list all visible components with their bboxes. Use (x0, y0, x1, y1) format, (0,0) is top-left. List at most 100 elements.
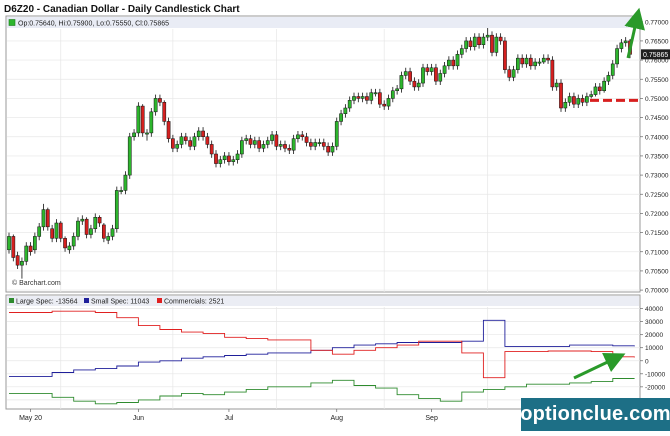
candle-up (494, 36, 499, 53)
candle-up (127, 136, 132, 176)
candle-up (537, 61, 542, 64)
candle-up (352, 96, 356, 101)
x-tick-label: Aug (331, 415, 344, 422)
candle-down (214, 153, 218, 164)
candle-down (188, 140, 192, 147)
candle-down (28, 245, 33, 252)
candle-up (132, 132, 136, 138)
candle-up (516, 57, 520, 70)
candle-up (54, 222, 59, 239)
cot-tick-label: 0 (645, 358, 649, 365)
x-tick-label: May 20 (19, 415, 42, 422)
candle-up (589, 94, 594, 97)
candle-up (403, 71, 408, 76)
candle-up (334, 121, 339, 147)
candle-up (89, 228, 93, 235)
candle-down (580, 98, 585, 103)
candle-down (58, 222, 63, 239)
candle-up (563, 102, 568, 109)
legend-label-large-spec: Large Spec: -13564 (16, 299, 78, 306)
candle-down (572, 96, 576, 105)
candle-up (179, 136, 184, 145)
candle-up (615, 48, 619, 65)
candle-down (158, 98, 162, 103)
cot-tick-label: 30000 (645, 319, 663, 326)
candle-up (459, 48, 464, 55)
chart-title: D6Z20 - Canadian Dollar - Daily Candlest… (4, 4, 240, 15)
candle-down (63, 238, 67, 249)
candle-down (166, 121, 171, 139)
candle-up (593, 86, 598, 95)
candle-down (84, 218, 89, 235)
candle-up (240, 140, 244, 155)
price-tick-label: 0.74500 (645, 115, 669, 122)
price-tick-label: 0.72000 (645, 211, 669, 218)
candle-up (429, 67, 434, 72)
chart-page: D6Z20 - Canadian Dollar - Daily Candlest… (0, 0, 670, 431)
candle-up (347, 100, 352, 109)
candle-up (145, 132, 149, 135)
x-tick-label: Jul (224, 415, 233, 422)
candle-down (140, 105, 145, 134)
candle-down (309, 142, 313, 147)
candle-down (468, 40, 473, 47)
candle-up (93, 217, 98, 229)
cot-tick-label: -20000 (645, 384, 666, 391)
legend-label-commercials: Commercials: 2521 (164, 299, 224, 306)
candle-up (472, 36, 477, 47)
candle-up (395, 88, 399, 92)
candle-up (71, 236, 76, 247)
candle-down (326, 146, 330, 153)
candle-down (546, 57, 550, 61)
candle-up (619, 42, 624, 49)
last-price-tag: 0.75865 (643, 52, 668, 59)
candle-down (304, 136, 309, 143)
candle-up (481, 36, 486, 45)
candle-up (421, 67, 425, 84)
candle-up (278, 144, 283, 147)
candle-up (602, 80, 606, 91)
candle-down (378, 92, 382, 105)
x-tick-label: Sep (425, 415, 438, 422)
candle-up (218, 159, 223, 164)
candle-up (67, 245, 72, 251)
candle-up (576, 98, 581, 105)
candle-up (196, 130, 201, 137)
cot-tick-label: 40000 (645, 306, 663, 313)
candle-up (24, 245, 29, 262)
candle-down (201, 130, 205, 137)
candle-down (356, 96, 361, 99)
candle-down (205, 136, 210, 145)
candle-up (339, 113, 343, 122)
candle-up (369, 92, 374, 101)
candle-up (291, 138, 296, 151)
candle-up (447, 59, 451, 67)
candle-up (313, 142, 318, 147)
candle-down (15, 255, 20, 266)
candle-down (550, 59, 555, 88)
x-tick-label: Jun (133, 415, 144, 422)
candle-down (227, 155, 231, 162)
candle-up (373, 92, 378, 95)
price-tick-label: 0.70500 (645, 268, 669, 275)
candle-down (45, 209, 50, 228)
candle-up (386, 98, 391, 107)
cot-tick-label: -10000 (645, 371, 666, 378)
candle-up (153, 98, 158, 113)
cot-tick-label: 20000 (645, 332, 663, 339)
candle-up (20, 261, 24, 266)
candle-up (41, 209, 46, 228)
candle-up (114, 190, 119, 230)
candle-up (610, 63, 615, 76)
candle-up (524, 57, 529, 65)
price-tick-label: 0.75000 (645, 96, 669, 103)
candle-up (270, 134, 274, 141)
candle-up (533, 61, 537, 67)
candle-up (37, 226, 42, 237)
candle-up (317, 142, 322, 144)
candle-up (567, 96, 572, 103)
ohlc-readout-icon (8, 19, 16, 26)
candle-up (416, 82, 421, 88)
legend-swatch-commercials (157, 298, 162, 303)
candle-up (464, 40, 468, 49)
